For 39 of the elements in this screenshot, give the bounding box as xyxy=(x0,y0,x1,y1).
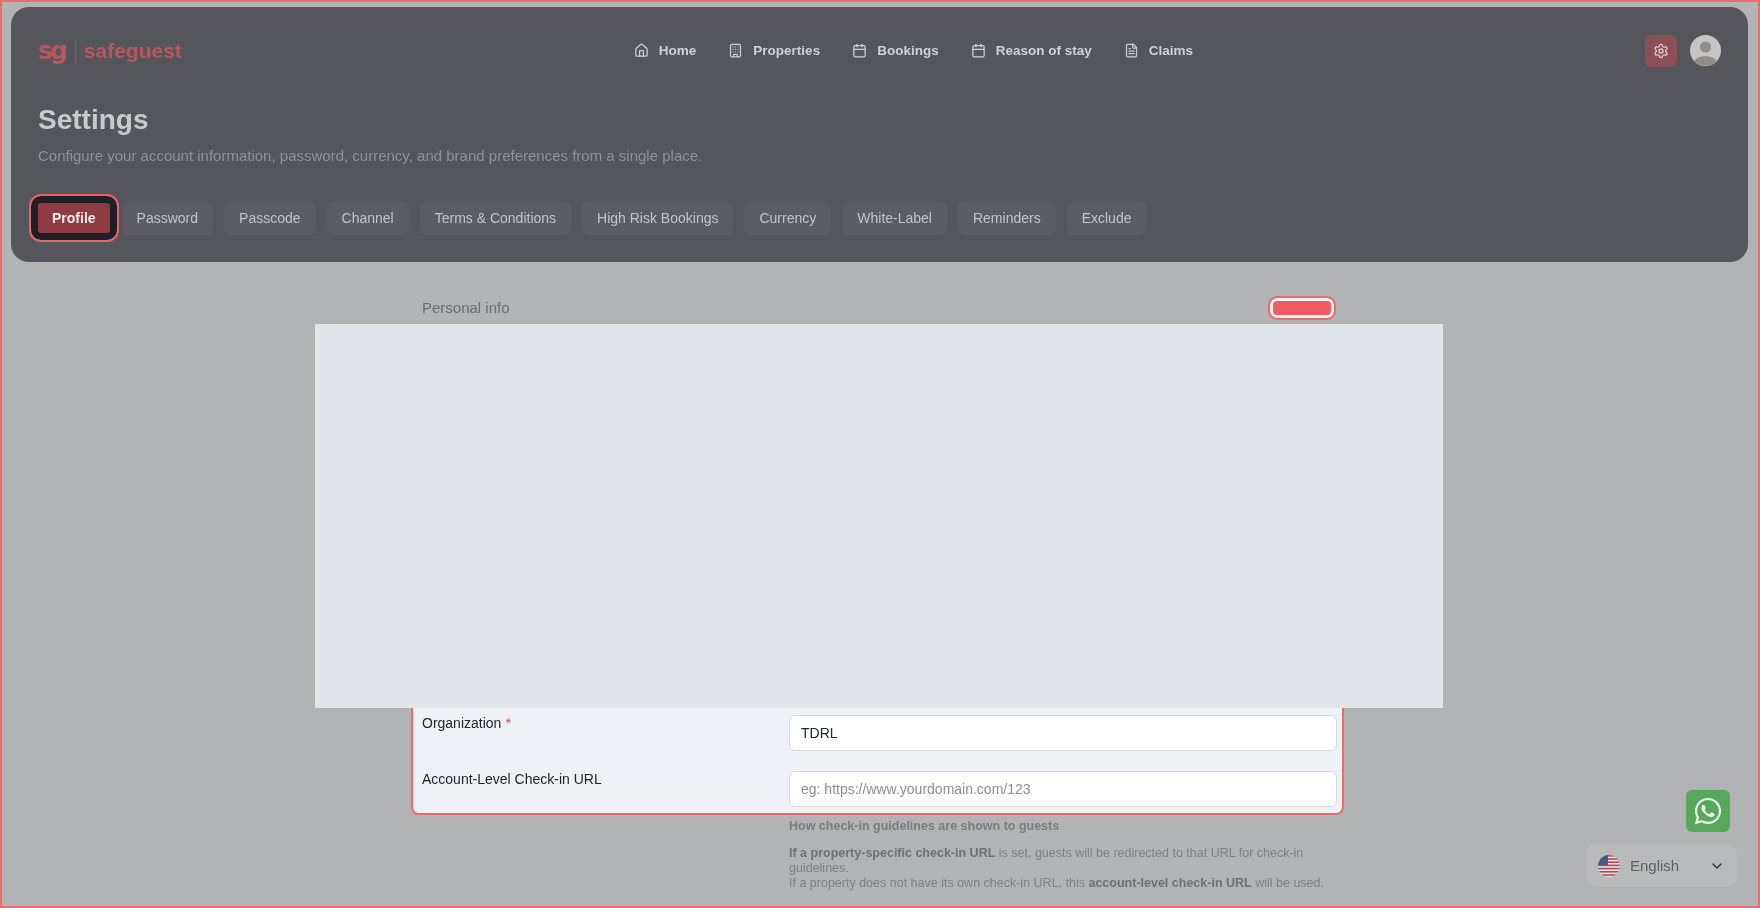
phone-bubble-icon xyxy=(1693,796,1723,826)
settings-tab[interactable]: Terms & Conditions xyxy=(419,201,572,235)
settings-tab[interactable]: Currency xyxy=(744,201,832,235)
calendar-icon xyxy=(970,43,986,58)
settings-tab[interactable]: Password xyxy=(121,201,214,235)
settings-button[interactable] xyxy=(1645,34,1677,67)
language-select[interactable]: English xyxy=(1586,844,1737,887)
page-subtitle: Configure your account information, password, currency, and brand preferences from a single place. xyxy=(38,146,704,166)
nav-link[interactable]: Reason of stay xyxy=(970,43,1092,58)
help-title: How check-in guidelines are shown to guests xyxy=(789,819,1061,834)
settings-icon xyxy=(1653,42,1669,59)
brand-name: safeguest xyxy=(83,37,182,64)
text-input[interactable]: eg: https://www.yourdomain.com/123 xyxy=(789,771,1337,807)
settings-tab[interactable]: White-Label xyxy=(842,201,947,235)
nav-link[interactable]: Home xyxy=(633,43,697,58)
settings-tab[interactable]: Exclude xyxy=(1066,201,1147,235)
chat-button[interactable] xyxy=(1686,790,1730,832)
required-mark: * xyxy=(505,714,511,732)
home-icon xyxy=(633,43,649,58)
page-title: Settings xyxy=(38,103,150,137)
text-input[interactable]: TDRL xyxy=(789,715,1337,751)
settings-tab[interactable]: Channel xyxy=(326,201,409,235)
document-icon xyxy=(1123,43,1139,58)
nav-link[interactable]: Properties xyxy=(728,43,821,58)
nav-link[interactable]: Claims xyxy=(1123,43,1193,58)
flag-icon xyxy=(1598,854,1620,877)
building-icon xyxy=(728,43,744,58)
logo-mark: sg xyxy=(38,36,65,65)
action-button[interactable] xyxy=(1268,296,1336,320)
field-label: Account-Level Check-in URL xyxy=(422,770,602,788)
settings-tab[interactable]: Profile xyxy=(29,194,119,242)
section-title: Personal info xyxy=(422,298,510,317)
user-avatar[interactable] xyxy=(1690,35,1721,66)
field-label: Organization xyxy=(422,714,502,732)
settings-tab[interactable]: Reminders xyxy=(957,201,1056,235)
calendar-icon xyxy=(852,43,868,58)
settings-tab[interactable]: Passcode xyxy=(224,201,316,235)
settings-tab[interactable]: High Risk Bookings xyxy=(582,201,734,235)
nav-link[interactable]: Bookings xyxy=(852,43,939,58)
